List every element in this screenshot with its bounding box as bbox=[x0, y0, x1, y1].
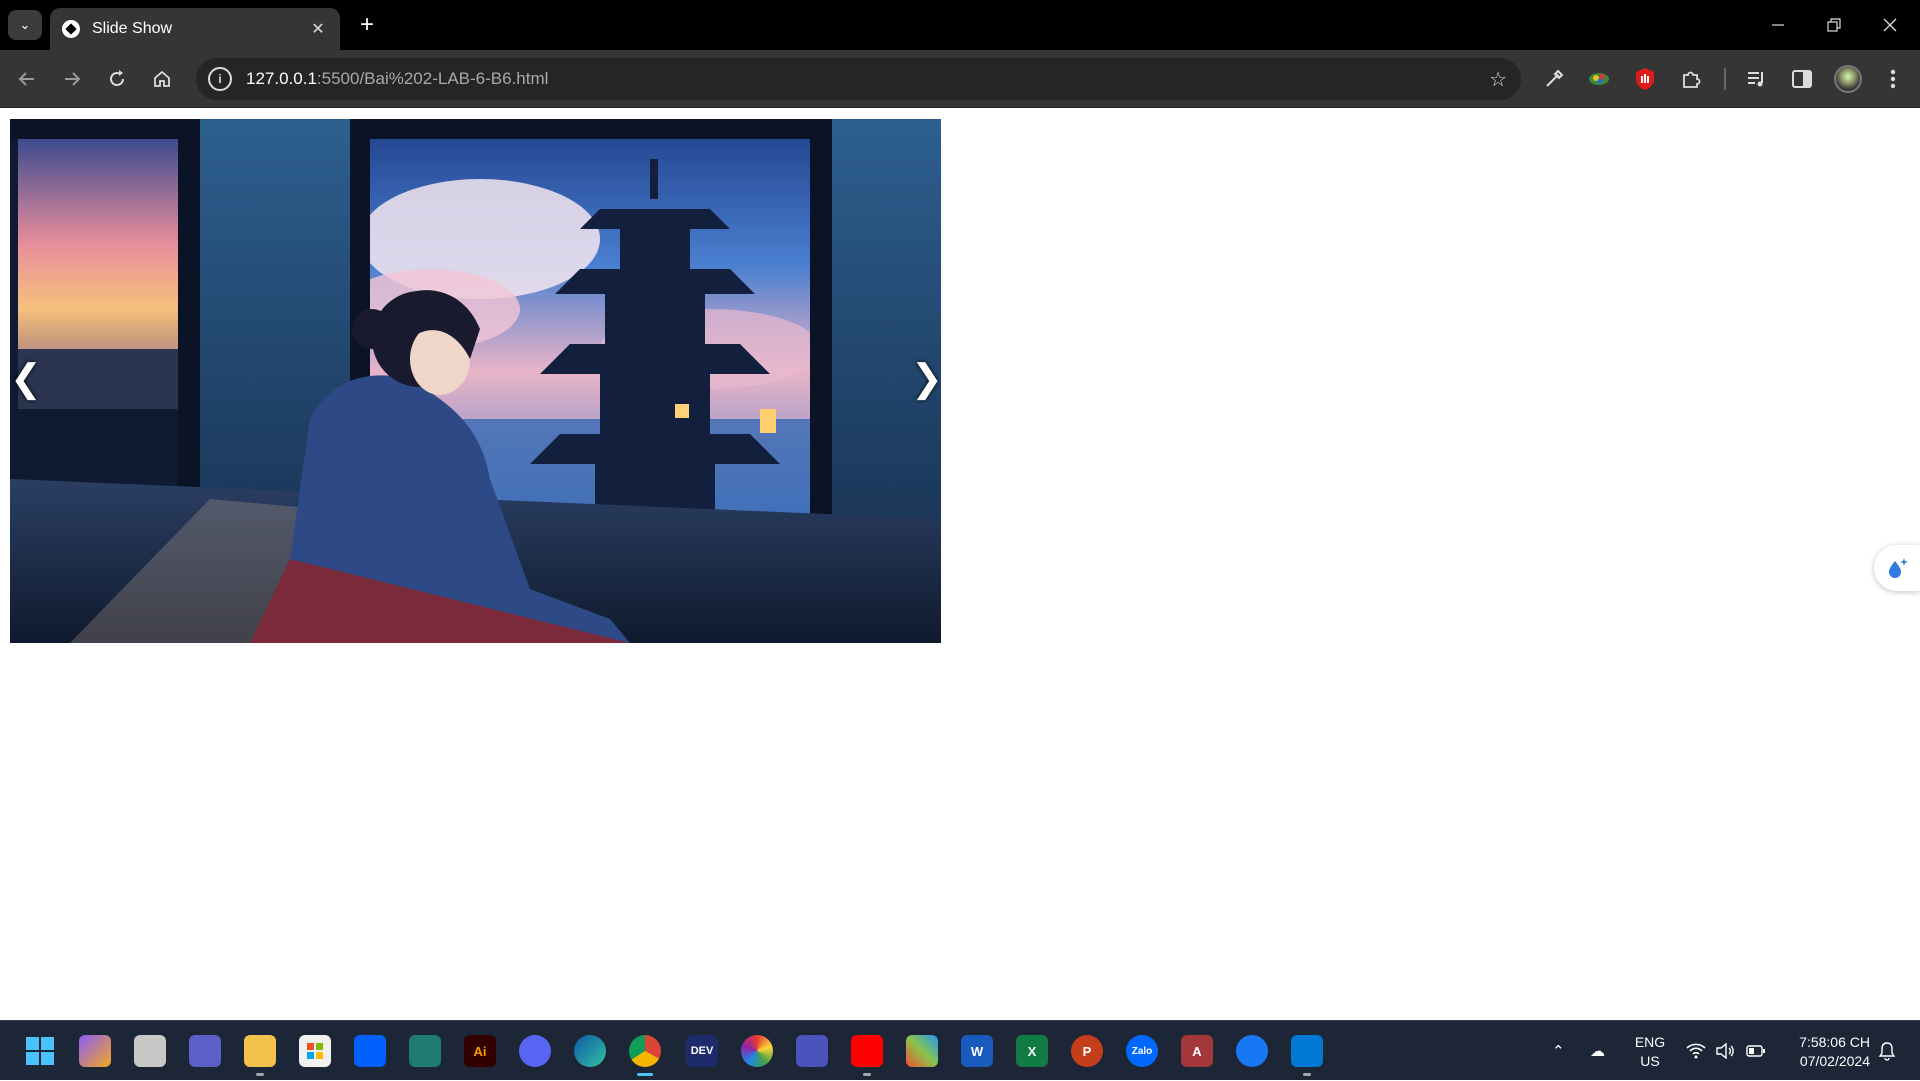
tab-close-icon[interactable]: ✕ bbox=[308, 19, 328, 39]
media-icon[interactable] bbox=[1744, 66, 1770, 92]
browser-titlebar: ⌄ Slide Show ✕ + bbox=[0, 0, 1920, 50]
next-slide-button[interactable]: ❯ bbox=[911, 359, 941, 399]
adblock-icon[interactable] bbox=[1632, 66, 1658, 92]
minimize-button[interactable] bbox=[1750, 0, 1806, 50]
language-indicator[interactable]: ENG US bbox=[1630, 1033, 1670, 1071]
dev-tool-icon[interactable]: DEV bbox=[686, 1035, 718, 1067]
profile-avatar-icon[interactable] bbox=[1834, 65, 1862, 93]
file-manager-icon[interactable] bbox=[134, 1035, 166, 1067]
discord-icon[interactable] bbox=[519, 1035, 551, 1067]
reload-icon bbox=[110, 70, 124, 86]
restore-button[interactable] bbox=[1806, 0, 1862, 50]
clock-time: 7:58:06 CH bbox=[1799, 1034, 1870, 1050]
chevron-down-icon: ⌄ bbox=[19, 17, 31, 32]
active-indicator bbox=[637, 1073, 653, 1076]
url-host: 127.0.0.1 bbox=[246, 69, 317, 88]
zalo-icon[interactable]: Zalo bbox=[1126, 1035, 1158, 1067]
system-clock[interactable]: 7:58:06 CH 07/02/2024 bbox=[1780, 1033, 1870, 1071]
access-icon[interactable]: A bbox=[1181, 1035, 1213, 1067]
clock-date: 07/02/2024 bbox=[1799, 1053, 1870, 1069]
home-icon bbox=[154, 70, 170, 87]
slideshow: ❮ ❯ bbox=[10, 119, 941, 643]
windows-logo-icon bbox=[26, 1037, 54, 1065]
excel-icon[interactable]: X bbox=[1016, 1035, 1048, 1067]
home-button[interactable] bbox=[146, 63, 178, 95]
eyedropper-icon[interactable] bbox=[1541, 66, 1567, 92]
new-tab-button[interactable]: + bbox=[352, 10, 382, 40]
battery-icon[interactable] bbox=[1746, 1021, 1766, 1081]
show-hidden-icons-button[interactable]: ⌃ bbox=[1552, 1021, 1565, 1081]
chevron-up-icon: ⌃ bbox=[1552, 1043, 1565, 1060]
back-arrow-icon bbox=[18, 72, 34, 86]
toolbar-separator bbox=[1724, 68, 1726, 90]
powerpoint-icon[interactable]: P bbox=[1071, 1035, 1103, 1067]
chrome-icon[interactable] bbox=[629, 1035, 661, 1076]
youtube-icon[interactable] bbox=[851, 1035, 883, 1076]
language-region: US bbox=[1640, 1053, 1660, 1069]
web-page: ❮ ❯ bbox=[0, 108, 1920, 1020]
volume-icon[interactable] bbox=[1716, 1021, 1736, 1081]
sidepanel-icon[interactable] bbox=[1789, 66, 1815, 92]
premiere-pro-icon[interactable] bbox=[79, 1035, 111, 1067]
reload-button[interactable] bbox=[101, 63, 133, 95]
adobe-illustrator-icon[interactable]: Ai bbox=[464, 1035, 496, 1067]
prev-slide-button[interactable]: ❮ bbox=[10, 359, 42, 399]
slide-image bbox=[10, 119, 941, 643]
close-icon bbox=[1883, 18, 1897, 32]
color-extension-icon[interactable] bbox=[1586, 66, 1612, 92]
windows-start-button[interactable] bbox=[24, 1035, 56, 1067]
onedrive-icon[interactable]: ☁ bbox=[1590, 1021, 1605, 1081]
file-explorer-icon[interactable] bbox=[244, 1035, 276, 1076]
notification-bell-icon[interactable] bbox=[1878, 1021, 1896, 1081]
url-text: 127.0.0.1:5500/Bai%202-LAB-6-B6.html bbox=[246, 69, 548, 89]
running-indicator bbox=[863, 1073, 871, 1076]
tab-title: Slide Show bbox=[92, 20, 173, 37]
site-favicon-icon bbox=[62, 20, 80, 38]
vs-code-icon[interactable] bbox=[1291, 1035, 1323, 1076]
tab-list-button[interactable]: ⌄ bbox=[8, 10, 42, 40]
word-icon[interactable]: W bbox=[961, 1035, 993, 1067]
running-indicator bbox=[256, 1073, 264, 1076]
back-button[interactable] bbox=[11, 63, 43, 95]
store-squares-icon bbox=[307, 1043, 323, 1059]
facebook-icon[interactable] bbox=[1236, 1035, 1268, 1067]
color-app-icon[interactable] bbox=[741, 1035, 773, 1067]
side-assistant-button[interactable] bbox=[1874, 545, 1920, 591]
edge-icon[interactable] bbox=[574, 1035, 606, 1067]
address-bar[interactable]: i 127.0.0.1:5500/Bai%202-LAB-6-B6.html ☆ bbox=[196, 58, 1521, 100]
forward-arrow-icon bbox=[65, 72, 81, 86]
minimize-icon bbox=[1772, 24, 1784, 26]
site-info-icon[interactable]: i bbox=[208, 67, 232, 91]
wifi-icon[interactable] bbox=[1686, 1021, 1706, 1081]
vs-code-insiders-icon[interactable] bbox=[409, 1035, 441, 1067]
puzzle-icon[interactable] bbox=[1678, 66, 1704, 92]
forward-button[interactable] bbox=[56, 63, 88, 95]
restore-icon bbox=[1827, 18, 1841, 32]
close-window-button[interactable] bbox=[1862, 0, 1918, 50]
teams-classic-icon[interactable] bbox=[796, 1035, 828, 1067]
windows-taskbar: Ai DEV W X P Zalo A ⌃ ☁ ENG US 7:58:06 C… bbox=[0, 1020, 1920, 1080]
dropbox-icon[interactable] bbox=[354, 1035, 386, 1067]
browser-tab-active[interactable]: Slide Show ✕ bbox=[50, 8, 340, 50]
more-menu-icon[interactable] bbox=[1880, 66, 1906, 92]
bookmark-star-icon[interactable]: ☆ bbox=[1489, 67, 1507, 92]
running-indicator bbox=[1303, 1073, 1311, 1076]
browser-toolbar: i 127.0.0.1:5500/Bai%202-LAB-6-B6.html ☆ bbox=[0, 50, 1920, 108]
microsoft-store-icon[interactable] bbox=[299, 1035, 331, 1067]
language-code: ENG bbox=[1634, 1034, 1666, 1050]
sparkle-drop-icon bbox=[1889, 558, 1908, 578]
plus-icon: + bbox=[359, 11, 374, 38]
teams-icon[interactable] bbox=[189, 1035, 221, 1067]
url-path: :5500/Bai%202-LAB-6-B6.html bbox=[316, 69, 549, 88]
git-icon[interactable] bbox=[906, 1035, 938, 1067]
